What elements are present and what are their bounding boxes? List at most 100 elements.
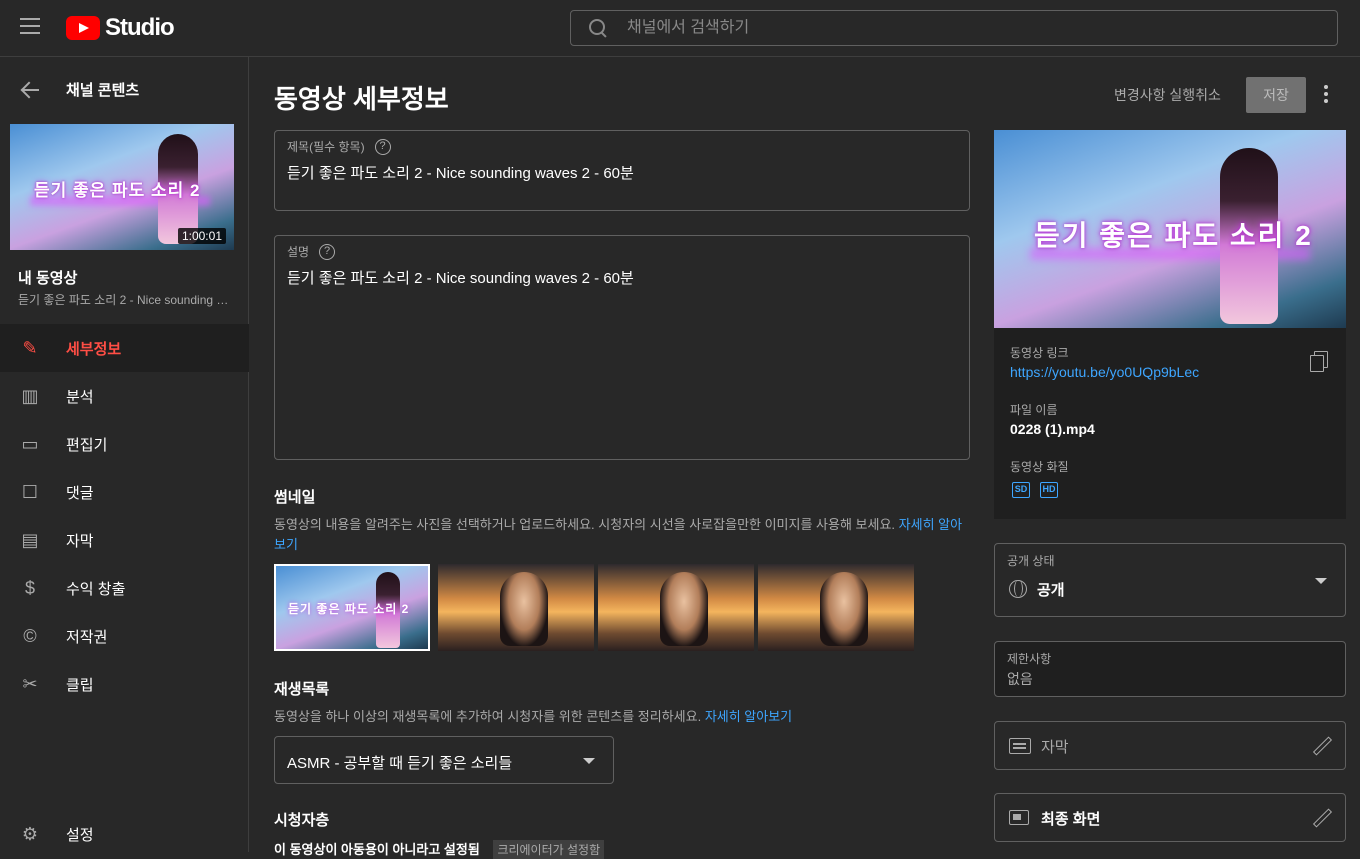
top-bar: Studio [0, 0, 1360, 57]
playlist-dropdown[interactable]: ASMR - 공부할 때 듣기 좋은 소리들 [274, 736, 614, 784]
hd-badge: HD [1040, 482, 1058, 498]
copy-icon[interactable] [1310, 351, 1328, 372]
playlist-section-title: 재생목록 [274, 681, 330, 698]
dollar-icon: $ [24, 578, 35, 598]
sidebar-item-comments[interactable]: ☐ 댓글 [0, 468, 249, 516]
file-name-label: 파일 이름 [1010, 403, 1058, 417]
description-field[interactable]: 설명 ? 듣기 좋은 파도 소리 2 - Nice sounding waves… [274, 235, 970, 460]
subtitles-icon: ▤ [21, 530, 39, 550]
save-button[interactable]: 저장 [1246, 77, 1306, 113]
sidebar-item-label: 설정 [66, 826, 94, 844]
thumbnail-title-text: 듣기 좋은 파도 소리 2 [34, 181, 201, 200]
audience-status: 이 동영상이 아동용이 아니라고 설정됨 크리에이터가 설정함 [274, 839, 605, 859]
description-input[interactable]: 듣기 좋은 파도 소리 2 - Nice sounding waves 2 - … [287, 267, 634, 288]
sidebar: 채널 콘텐츠 듣기 좋은 파도 소리 2 1:00:01 내 동영상 듣기 좋은… [0, 57, 249, 852]
sd-badge: SD [1012, 482, 1030, 498]
sidebar-item-clips[interactable]: ✂ 클립 [0, 660, 249, 708]
video-subtitle: 듣기 좋은 파도 소리 2 - Nice sounding waves 2 - … [18, 293, 232, 307]
sidebar-item-copyright[interactable]: © 저작권 [0, 612, 249, 660]
page-title: 동영상 세부정보 [274, 84, 449, 114]
sidebar-item-details[interactable]: ✎ 세부정보 [0, 324, 249, 372]
video-link[interactable]: https://youtu.be/yo0UQp9bLec [1010, 364, 1199, 380]
my-video-label: 내 동영상 [18, 270, 78, 287]
subtitles-label: 자막 [1041, 739, 1069, 756]
end-screen-label: 최종 화면 [1041, 811, 1101, 828]
visibility-dropdown[interactable]: 공개 상태 공개 [994, 543, 1346, 617]
playlist-selected-value: ASMR - 공부할 때 듣기 좋은 소리들 [287, 755, 513, 772]
description-field-label: 설명 [287, 245, 310, 259]
restrictions-value: 없음 [1007, 671, 1033, 687]
sidebar-item-settings[interactable]: ⚙ 설정 [0, 810, 249, 858]
chevron-down-icon [1315, 578, 1327, 584]
subtitles-icon [1009, 738, 1031, 754]
sidebar-item-label: 자막 [66, 532, 94, 550]
scissors-icon: ✂ [22, 674, 38, 694]
restrictions-box[interactable]: 제한사항 없음 [994, 641, 1346, 697]
visibility-label: 공개 상태 [1007, 554, 1055, 568]
sidebar-item-label: 편집기 [66, 436, 108, 454]
main-content: 동영상 세부정보 변경사항 실행취소 저장 제목(필수 항목) ? 듣기 좋은 … [250, 57, 1360, 859]
file-name: 0228 (1).mp4 [1010, 421, 1095, 437]
sidebar-item-label: 클립 [66, 676, 94, 694]
sidebar-item-analytics[interactable]: ▥ 분석 [0, 372, 249, 420]
quality-label: 동영상 화질 [1010, 460, 1069, 474]
sidebar-item-label: 세부정보 [66, 340, 122, 358]
sidebar-item-label: 저작권 [66, 628, 108, 646]
undo-changes-button[interactable]: 변경사항 실행취소 [1114, 85, 1221, 105]
video-thumbnail[interactable]: 듣기 좋은 파도 소리 2 1:00:01 [10, 124, 234, 250]
subtitles-box[interactable]: 자막 [994, 721, 1346, 770]
back-to-channel-content[interactable]: 채널 콘텐츠 [20, 79, 139, 100]
thumbnail-option-auto-3[interactable] [758, 564, 914, 651]
edit-pencil-icon[interactable] [1313, 736, 1331, 754]
search-input[interactable] [627, 19, 1307, 37]
sidebar-item-label: 댓글 [66, 484, 94, 502]
thumbnail-option-auto-1[interactable] [438, 564, 594, 651]
pencil-icon: ✎ [22, 338, 38, 358]
youtube-logo-icon [66, 16, 100, 40]
video-duration: 1:00:01 [177, 228, 226, 244]
video-preview[interactable]: 듣기 좋은 파도 소리 2 [994, 130, 1346, 328]
creator-set-chip: 크리에이터가 설정함 [493, 840, 605, 859]
restrictions-label: 제한사항 [1007, 652, 1052, 666]
thumbnail-section-description: 동영상의 내용을 알려주는 사진을 선택하거나 업로드하세요. 시청자의 시선을… [274, 517, 963, 552]
end-screen-icon [1009, 810, 1029, 825]
gear-icon: ⚙ [21, 824, 39, 844]
preview-title-text: 듣기 좋은 파도 소리 2 [1034, 220, 1313, 251]
thumbnail-option-uploaded[interactable]: 듣기 좋은 파도 소리 2 [274, 564, 430, 651]
globe-icon [1009, 580, 1027, 598]
title-input[interactable]: 듣기 좋은 파도 소리 2 - Nice sounding waves 2 - … [287, 162, 634, 183]
thumbnail-option-auto-2[interactable] [598, 564, 754, 651]
audience-section-title: 시청자층 [274, 812, 330, 829]
sidebar-item-label: 수익 창출 [66, 580, 126, 598]
title-field-label: 제목(필수 항목) [287, 140, 365, 154]
back-label: 채널 콘텐츠 [66, 82, 140, 99]
help-icon[interactable]: ? [319, 243, 336, 260]
analytics-icon: ▥ [21, 386, 39, 406]
help-icon[interactable]: ? [374, 138, 391, 155]
logo-text: Studio [105, 14, 175, 41]
more-options-icon[interactable] [1322, 85, 1330, 105]
search-bar[interactable] [570, 10, 1338, 46]
search-icon [589, 19, 607, 37]
title-field[interactable]: 제목(필수 항목) ? 듣기 좋은 파도 소리 2 - Nice soundin… [274, 130, 970, 211]
comments-icon: ☐ [21, 482, 39, 502]
menu-icon[interactable] [20, 18, 40, 34]
copyright-icon: © [23, 626, 37, 646]
editor-icon: ▭ [21, 434, 39, 454]
sidebar-item-subtitles[interactable]: ▤ 자막 [0, 516, 249, 564]
sidebar-item-editor[interactable]: ▭ 편집기 [0, 420, 249, 468]
thumbnail-option-title: 듣기 좋은 파도 소리 2 [288, 602, 410, 616]
chevron-down-icon [583, 758, 595, 764]
sidebar-item-label: 분석 [66, 388, 94, 406]
visibility-value: 공개 [1037, 582, 1065, 599]
learn-more-link[interactable]: 자세히 알아보기 [705, 709, 792, 724]
video-link-label: 동영상 링크 [1010, 346, 1069, 360]
youtube-studio-logo[interactable]: Studio [66, 14, 175, 42]
back-arrow-icon[interactable] [20, 80, 40, 100]
edit-pencil-icon[interactable] [1313, 808, 1331, 826]
thumbnail-section-title: 썸네일 [274, 489, 316, 506]
video-info-panel: 듣기 좋은 파도 소리 2 동영상 링크 https://youtu.be/yo… [994, 130, 1346, 519]
playlist-section-description: 동영상을 하나 이상의 재생목록에 추가하여 시청자를 위한 콘텐츠를 정리하세… [274, 709, 793, 724]
sidebar-item-monetization[interactable]: $ 수익 창출 [0, 564, 249, 612]
end-screen-box[interactable]: 최종 화면 [994, 793, 1346, 842]
